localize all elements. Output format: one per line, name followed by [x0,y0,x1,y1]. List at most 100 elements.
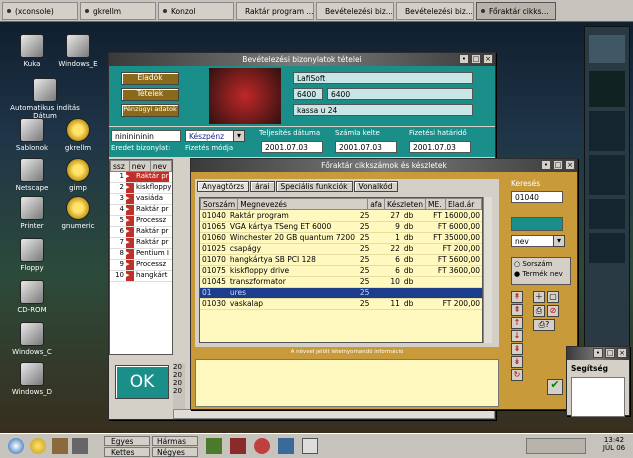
table-row[interactable]: 7 ▸ Raktár pr [110,238,172,249]
desktop-2[interactable]: Kettes [104,447,150,457]
help-titlebar[interactable]: • □ × [567,347,629,360]
maximize-icon[interactable]: □ [553,160,563,170]
code-search-input[interactable]: 01040 [511,191,563,203]
horizontal-scrollbar[interactable] [173,409,495,419]
refresh-icon[interactable]: ↻ [511,369,523,381]
task-konzol[interactable]: Konzol [158,2,234,20]
item-row[interactable]: 01 ures 25 [200,287,482,299]
table-row[interactable]: 10 ▸ hangkárt [110,271,172,282]
copy-icon[interactable]: ▢ [547,291,559,303]
cell-stock: 9 [371,221,402,233]
date-teljesites-field[interactable]: 2001.07.03 [261,141,323,153]
foraktar-titlebar[interactable]: Főraktár cikkszámok és készletek • □ × [191,159,577,172]
company-field[interactable]: LafiSoft [293,72,473,84]
item-row[interactable]: 01070 hangkártya SB PCI 128 25 6 db FT 5600,0… [200,254,482,266]
code2-field[interactable]: 6400 [327,88,473,100]
code1-field[interactable]: 6400 [293,88,323,100]
minimize-icon[interactable]: • [459,54,469,64]
info-area[interactable] [195,359,499,407]
help-window: • □ × Segítség [566,346,630,417]
task-raktar[interactable]: Raktár program ... [236,2,314,20]
item-table-scrollbar[interactable] [483,197,492,343]
table-row[interactable]: 3 ▸ vasiáda [110,194,172,205]
close-icon[interactable]: × [483,54,493,64]
delete-icon[interactable]: ⊘ [547,305,559,317]
desktop-icon-gnumeric[interactable]: gnumeric [50,196,106,230]
address-field[interactable]: kassa u 24 [293,104,473,116]
item-row[interactable]: 01075 kiskfloppy drive 25 6 db FT 3600,00 [200,265,482,277]
tab-anyagtorzs[interactable]: Anyagtörzs [197,181,250,192]
bevetelezesi-titlebar[interactable]: Bevételezési bizonylatok tételei • □ × [109,53,495,66]
desktop-1[interactable]: Egyes [104,436,150,446]
radio-termek[interactable]: ● Termék nev [512,270,570,278]
eladok-button[interactable]: Eladók [121,72,179,85]
tab-specialis[interactable]: Speciális funkciók [275,181,353,192]
last-record-icon[interactable]: ↡ [511,356,523,368]
minimize-icon[interactable]: • [541,160,551,170]
chevron-down-icon[interactable]: ▾ [553,235,565,247]
table-row[interactable]: 4 ▸ Raktár pr [110,205,172,216]
desktop-icon-windows-e[interactable]: Windows_E [50,34,106,68]
terminal-icon[interactable] [302,438,318,454]
app-launcher-icon[interactable] [230,438,246,454]
maximize-icon[interactable]: □ [471,54,481,64]
home-icon[interactable] [52,438,68,454]
checkmark-icon[interactable]: ✔ [547,379,563,395]
desktop-icon-gimp[interactable]: gimp [50,158,106,192]
task-bevetelezesi-1[interactable]: Bevételezési biz... [316,2,394,20]
desktop-icon-autostart[interactable]: Automatikus indítás Dátum [0,78,90,120]
task-gkrellm[interactable]: gkrellm [80,2,156,20]
item-row[interactable]: 01040 Raktár program 25 27 db FT 16000,00 [200,210,482,222]
desktop-icon-floppy[interactable]: Floppy [4,238,60,272]
item-row[interactable]: 01030 vaskalap 25 11 db FT 200,00 [200,298,482,310]
task-foraktar[interactable]: Főraktár cikks... [476,2,556,20]
new-record-icon[interactable]: ＋ [533,291,545,303]
print-help-icon[interactable]: ⎙? [533,319,555,331]
desktop-4[interactable]: Négyes [152,447,198,457]
table-row[interactable]: 2 ▸ kiskfloppy [110,183,172,194]
date-hatarido-field[interactable]: 2001.07.03 [409,141,471,153]
prev-page-icon[interactable]: ⇞ [511,304,523,316]
desktop-icon-cdrom[interactable]: CD-ROM [4,280,60,314]
desktop-3[interactable]: Hármas [152,436,198,446]
item-row[interactable]: 01060 Winchester 20 GB quantum 7200 25 1 db F… [200,232,482,244]
close-icon[interactable]: × [617,348,627,358]
minimize-icon[interactable]: • [593,348,603,358]
tools-icon[interactable] [72,438,88,454]
task-xconsole[interactable]: (xconsole) [2,2,78,20]
app-launcher-icon[interactable] [206,438,222,454]
table-row[interactable]: 1 ▸ Raktár pr [110,172,172,183]
editor-icon[interactable] [278,438,294,454]
desktop-icon-windows-d[interactable]: Windows_D [4,362,60,396]
desktop-icon-gkrellm[interactable]: gkrellm [50,118,106,152]
tab-arai[interactable]: árai [250,181,275,192]
prev-record-icon[interactable]: ↑ [511,317,523,329]
date-szamla-field[interactable]: 2001.07.03 [335,141,397,153]
tab-vonalkod[interactable]: Vonalkód [353,181,398,192]
search-input[interactable]: nininininin [111,130,181,142]
table-row[interactable]: 6 ▸ Raktár pr [110,227,172,238]
close-icon[interactable]: × [565,160,575,170]
item-row[interactable]: 01025 csapágy 25 22 db FT 200,00 [200,243,482,255]
chevron-down-icon[interactable]: ▾ [233,130,245,142]
lifebuoy-icon[interactable] [254,438,270,454]
first-record-icon[interactable]: ↟ [511,291,523,303]
desktop-icon-windows-c[interactable]: Windows_C [4,322,60,356]
item-row[interactable]: 01045 transzformator 25 10 db [200,276,482,288]
radio-sorszam[interactable]: ○ Sorszám [512,258,570,270]
maximize-icon[interactable]: □ [605,348,615,358]
tetelek-button[interactable]: Tételek [121,88,179,101]
ok-button[interactable]: OK [115,365,169,399]
next-page-icon[interactable]: ⇟ [511,343,523,355]
table-row[interactable]: 8 ▸ Pentium I [110,249,172,260]
task-bevetelezesi-2[interactable]: Bevételezési biz... [396,2,474,20]
penzugyi-button[interactable]: Pénzügyi adatok [121,104,179,117]
table-row[interactable]: 9 ▸ Processz [110,260,172,271]
item-row[interactable]: 01065 VGA kártya TSeng ET 6000 25 9 db FT 600… [200,221,482,233]
print-icon[interactable]: ⎙ [533,305,545,317]
next-record-icon[interactable]: ↓ [511,330,523,342]
kde-menu-icon[interactable] [8,438,24,454]
table-row[interactable]: 5 ▸ Processz [110,216,172,227]
sort-select[interactable]: nev [511,235,555,247]
gear-icon[interactable] [30,438,46,454]
